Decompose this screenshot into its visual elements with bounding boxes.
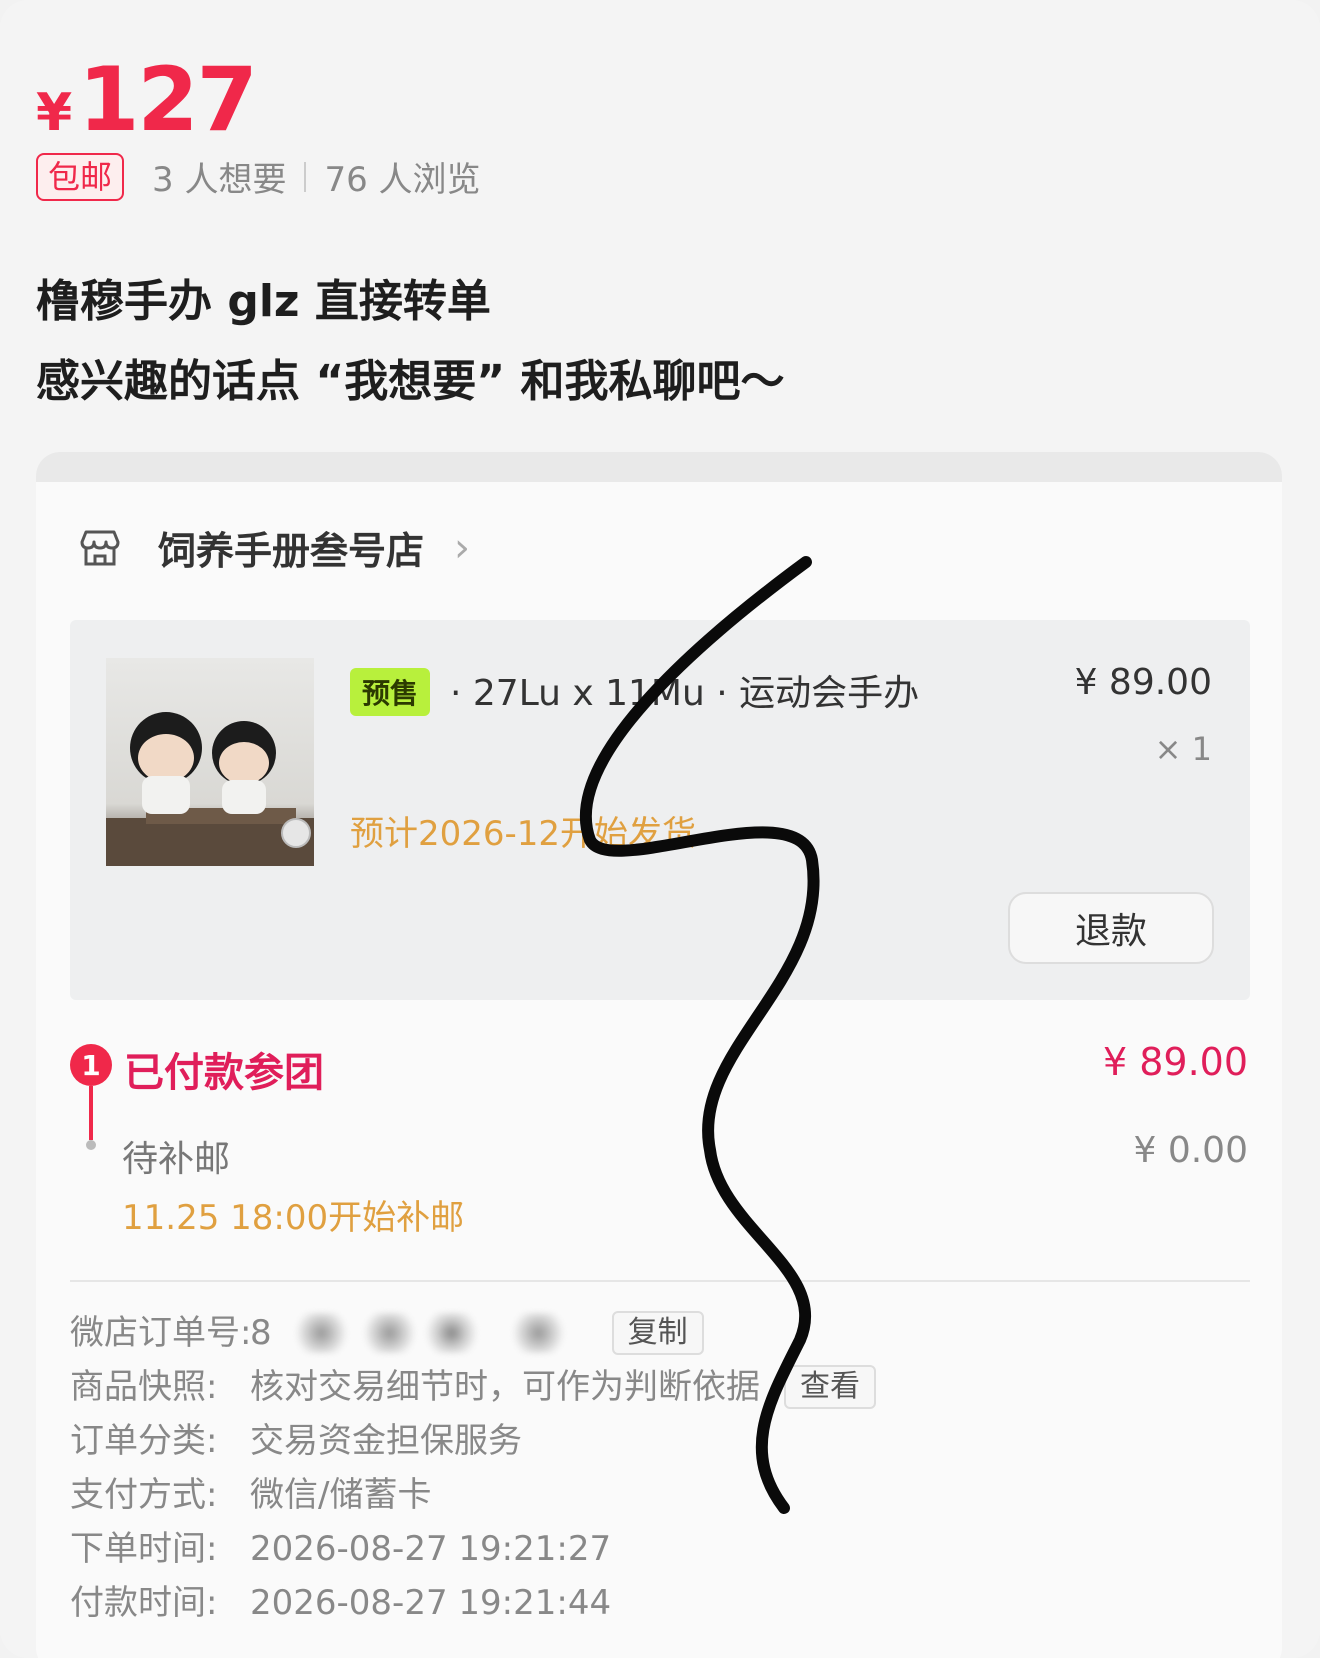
step-2-amount: ¥ 0.00: [1133, 1130, 1248, 1171]
payment-row: 支付方式: 微信/储蓄卡: [70, 1468, 876, 1522]
card-top-edge: [36, 452, 1282, 482]
item-title: · 27Lu x 11Mu · 运动会手办: [450, 673, 920, 714]
step-2-label: 待补邮: [122, 1139, 231, 1180]
price-value: 127: [78, 48, 258, 151]
listing-description: 橹穆手办 glz 直接转单 感兴趣的话点 “我想要” 和我私聊吧～: [36, 262, 784, 422]
shipping-estimate: 预计2026-12开始发货: [350, 814, 697, 854]
meta-divider: [304, 161, 307, 192]
order-time-key: 下单时间:: [70, 1529, 218, 1569]
product-thumbnail: [106, 658, 314, 866]
currency-symbol: ¥: [36, 83, 73, 143]
paid-time-value: 2026-08-27 19:21:44: [250, 1583, 612, 1623]
paid-time-row: 付款时间: 2026-08-27 19:21:44: [70, 1576, 876, 1630]
step-connector: [89, 1086, 93, 1140]
listing-price: ¥ 127: [36, 48, 258, 151]
figure-photo: [106, 712, 314, 866]
order-number-prefix: 8: [250, 1313, 272, 1353]
step-1-marker: 1: [70, 1044, 112, 1086]
step-1-label: 已付款参团: [124, 1050, 324, 1096]
shop-link[interactable]: 饲养手册叁号店 ›: [76, 520, 470, 575]
order-time-value: 2026-08-27 19:21:27: [250, 1529, 612, 1569]
category-key: 订单分类:: [70, 1421, 218, 1461]
step-1-amount: ¥ 89.00: [1102, 1040, 1248, 1084]
description-line-1: 橹穆手办 glz 直接转单: [36, 276, 491, 327]
refund-button[interactable]: 退款: [1008, 892, 1214, 964]
listing-page: ¥ 127 包邮 3 人想要 76 人浏览 橹穆手办 glz 直接转单 感兴趣的…: [0, 0, 1320, 1658]
presale-tag: 预售: [350, 668, 431, 716]
copy-button[interactable]: 复制: [611, 1311, 704, 1355]
category-row: 订单分类: 交易资金担保服务: [70, 1414, 876, 1468]
views-count: 76 人浏览: [324, 160, 481, 200]
snapshot-value: 核对交易细节时，可作为判断依据: [250, 1367, 760, 1407]
redacted-order-number: [277, 1313, 588, 1353]
step-2-marker: [86, 1140, 96, 1150]
free-shipping-badge: 包邮: [36, 152, 125, 201]
shop-name: 饲养手册叁号店: [158, 529, 425, 573]
order-details: 微店订单号: 8 复制 商品快照: 核对交易细节时，可作为判断依据 查看 订单分…: [70, 1306, 876, 1630]
item-price: ¥ 89.00: [1074, 662, 1212, 703]
order-number-row: 微店订单号: 8 复制: [70, 1306, 876, 1360]
item-quantity: × 1: [1154, 730, 1212, 768]
order-number-key: 微店订单号:: [70, 1313, 252, 1353]
order-time-row: 下单时间: 2026-08-27 19:21:27: [70, 1522, 876, 1576]
shop-icon: [80, 530, 120, 565]
chevron-right-icon: ›: [454, 524, 471, 571]
paid-time-key: 付款时间:: [70, 1583, 218, 1623]
wants-count: 3 人想要: [152, 160, 287, 200]
details-divider: [70, 1280, 1250, 1282]
snapshot-row: 商品快照: 核对交易细节时，可作为判断依据 查看: [70, 1360, 876, 1414]
listing-meta: 包邮 3 人想要 76 人浏览: [36, 152, 481, 201]
step-2-note: 11.25 18:00开始补邮: [122, 1198, 465, 1238]
snapshot-key: 商品快照:: [70, 1367, 218, 1407]
description-line-2: 感兴趣的话点 “我想要” 和我私聊吧～: [36, 356, 785, 407]
payment-value: 微信/储蓄卡: [250, 1475, 432, 1515]
payment-key: 支付方式:: [70, 1475, 218, 1515]
view-snapshot-button[interactable]: 查看: [784, 1365, 876, 1409]
category-value: 交易资金担保服务: [250, 1421, 522, 1461]
